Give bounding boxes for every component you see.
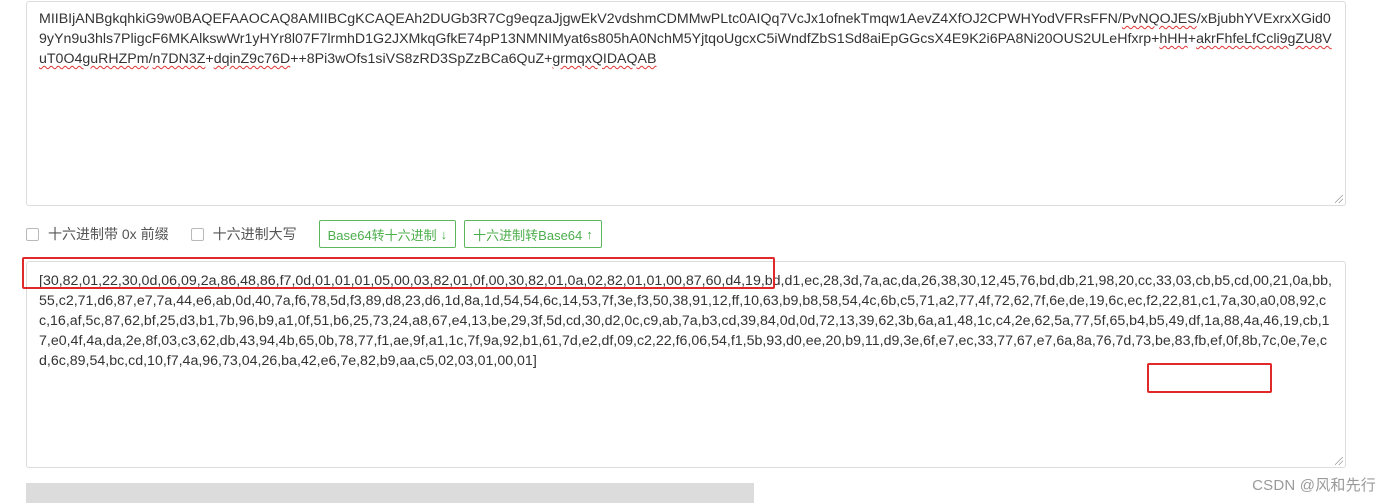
hex-uppercase-label: 十六进制大写 <box>212 226 297 242</box>
resize-handle[interactable] <box>1335 457 1343 465</box>
conversion-toolbar: 十六进制带 0x 前缀 十六进制大写 Base64转十六进制 ↓ 十六进制转Ba… <box>26 219 610 249</box>
base64-input-textarea[interactable]: MIIBIjANBgkqhkiG9w0BAQEFAAOCAQ8AMIIBCgKC… <box>26 1 1346 206</box>
hex-output-textarea[interactable]: [30,82,01,22,30,0d,06,09,2a,86,48,86,f7,… <box>26 261 1346 468</box>
hex-to-base64-label: 十六进制转Base64 <box>473 227 583 243</box>
input-text-segment: MIIBIjANBgkqhkiG9w0BAQEFAAOCAQ8AMIIBCgKC… <box>39 11 1122 27</box>
input-text-segment: + <box>1187 31 1197 47</box>
arrow-down-icon: ↓ <box>440 226 448 242</box>
input-text-segment: PvNQOJES <box>1121 11 1197 27</box>
arrow-up-icon: ↑ <box>586 226 593 242</box>
base64-to-hex-label: Base64转十六进制 <box>327 227 437 243</box>
hex-uppercase-option[interactable]: 十六进制大写 <box>190 224 297 244</box>
horizontal-scrollbar[interactable] <box>26 483 754 503</box>
hex-output-text: [30,82,01,22,30,0d,06,09,2a,86,48,86,f7,… <box>39 273 1332 369</box>
watermark: CSDN @风和先行 <box>1252 477 1376 494</box>
resize-handle[interactable] <box>1335 195 1343 203</box>
input-text-segment: hHH <box>1159 31 1188 47</box>
hex-prefix-label: 十六进制带 0x 前缀 <box>48 226 169 242</box>
input-text-segment: n7DN3Z <box>152 51 206 67</box>
input-text-segment: dqinZ9c76D <box>213 51 291 67</box>
hex-prefix-option[interactable]: 十六进制带 0x 前缀 <box>26 224 169 244</box>
input-text-segment: ++8Pi3wOfs1siVS8zRD3SpZzBCa6QuZ <box>290 51 545 67</box>
input-text-segment: grmqxQIDAQAB <box>552 51 657 67</box>
hex-to-base64-button[interactable]: 十六进制转Base64 ↑ <box>464 220 602 248</box>
base64-to-hex-button[interactable]: Base64转十六进制 ↓ <box>318 220 457 248</box>
hex-uppercase-checkbox[interactable] <box>190 227 204 241</box>
page: MIIBIjANBgkqhkiG9w0BAQEFAAOCAQ8AMIIBCgKC… <box>0 0 1391 503</box>
input-text-segment: + <box>205 51 214 67</box>
hex-prefix-checkbox[interactable] <box>26 227 39 241</box>
